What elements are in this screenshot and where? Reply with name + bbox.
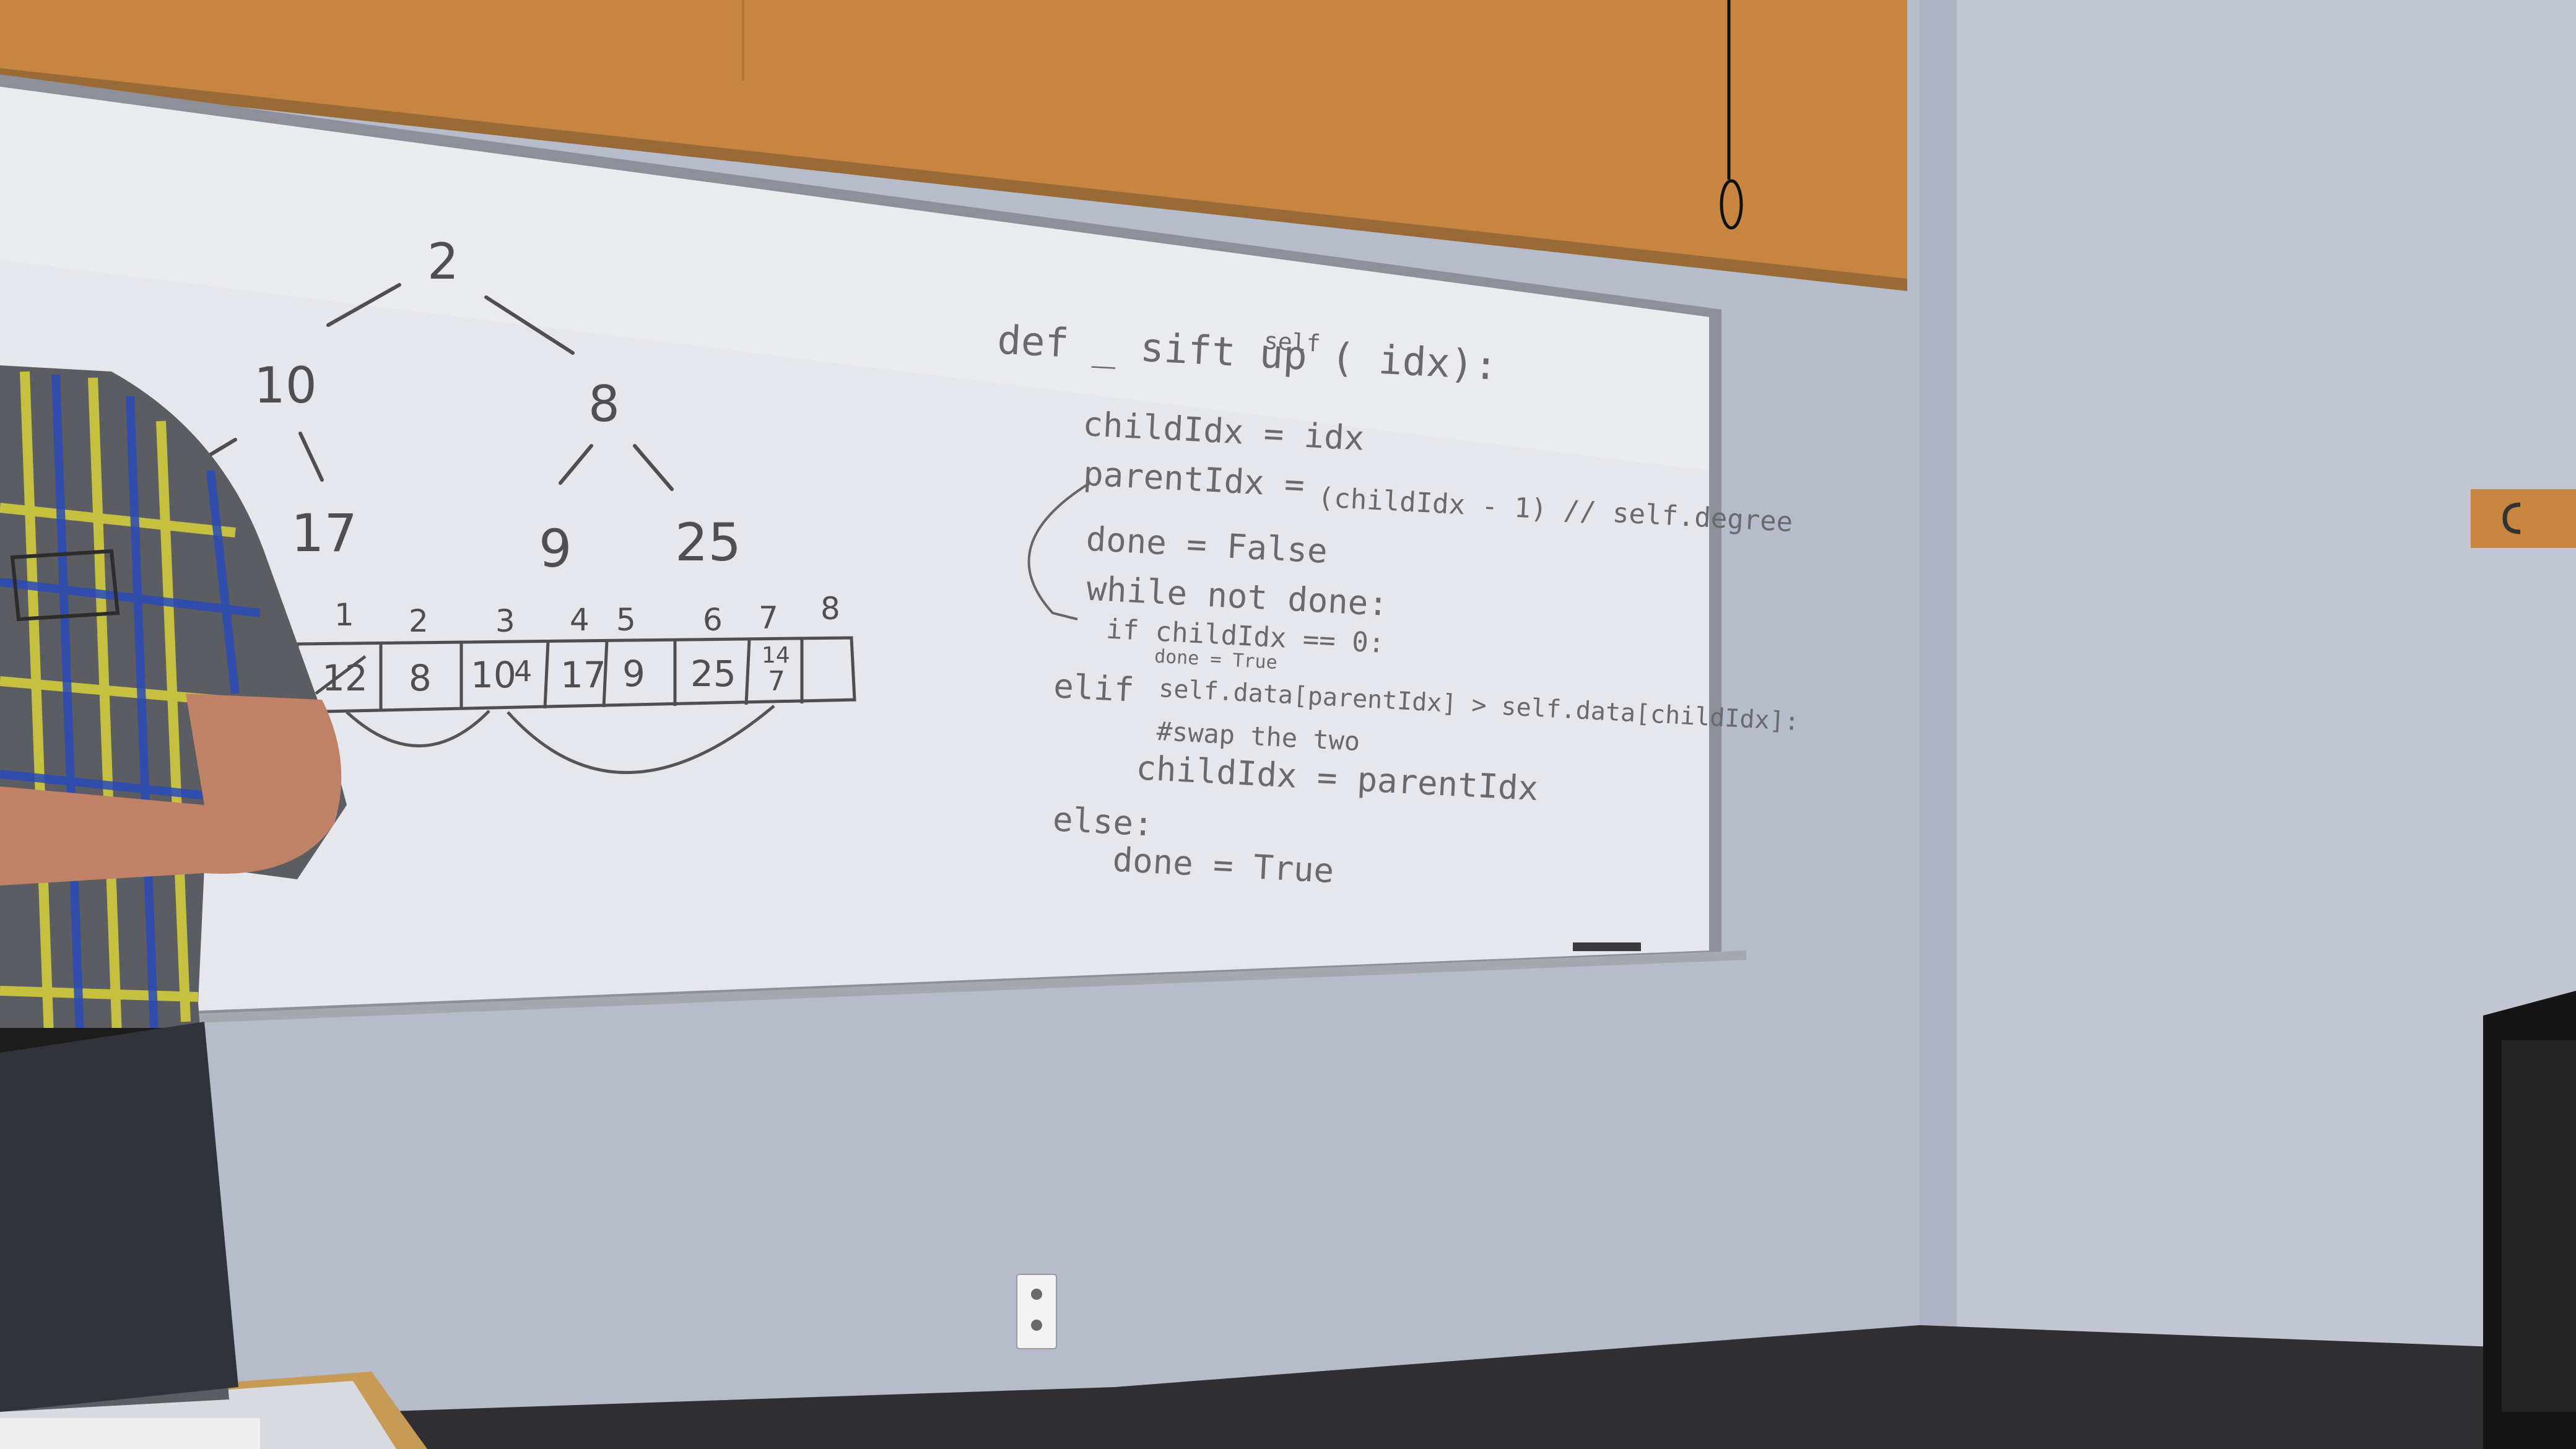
tree-node-left: 10 [254,357,317,414]
marker [1573,942,1641,951]
array-cell: 10 [471,654,516,696]
array-cell: 4 [514,655,532,688]
wall-corner [1920,0,1957,1356]
array-cell: 12 [322,657,368,699]
array-cell: 8 [409,657,432,699]
array-cell: 25 [690,653,736,695]
classroom-scene: 2 10 8 17 9 25 1 2 3 4 5 6 7 8 12 8 10 4… [0,0,2576,1449]
side-wall [1920,0,2576,1449]
array-index: 7 [759,600,778,636]
array-cell: 17 [560,654,606,696]
array-index: 6 [703,602,723,638]
code-insert-self: self [1263,327,1321,357]
code-line-elif: elif [1053,666,1135,710]
tree-node-9: 9 [539,518,572,579]
array-index: 1 [334,597,354,633]
person-pants [0,1022,238,1412]
array-cell: 9 [622,653,645,695]
dark-shelf-interior [2502,1040,2576,1412]
array-index: 4 [570,602,590,638]
array-cell: 7 [768,666,785,697]
keyboard [0,1418,260,1449]
electrical-outlet [1016,1274,1057,1349]
tree-node-25: 25 [675,512,741,573]
array-index: 2 [409,603,429,639]
outlet-socket-bottom [1031,1320,1042,1331]
code-line-else: else: [1052,799,1155,843]
tree-node-17: 17 [291,503,357,564]
tree-node-right: 8 [588,375,620,433]
array-index: 5 [616,602,636,638]
tree-node-root: 2 [427,233,459,290]
outlet-socket-top [1031,1289,1042,1300]
array-cell: 14 [762,643,790,668]
array-index: 3 [495,603,515,639]
array-index: 8 [820,591,840,627]
coat-hook-plate [2471,489,2576,548]
